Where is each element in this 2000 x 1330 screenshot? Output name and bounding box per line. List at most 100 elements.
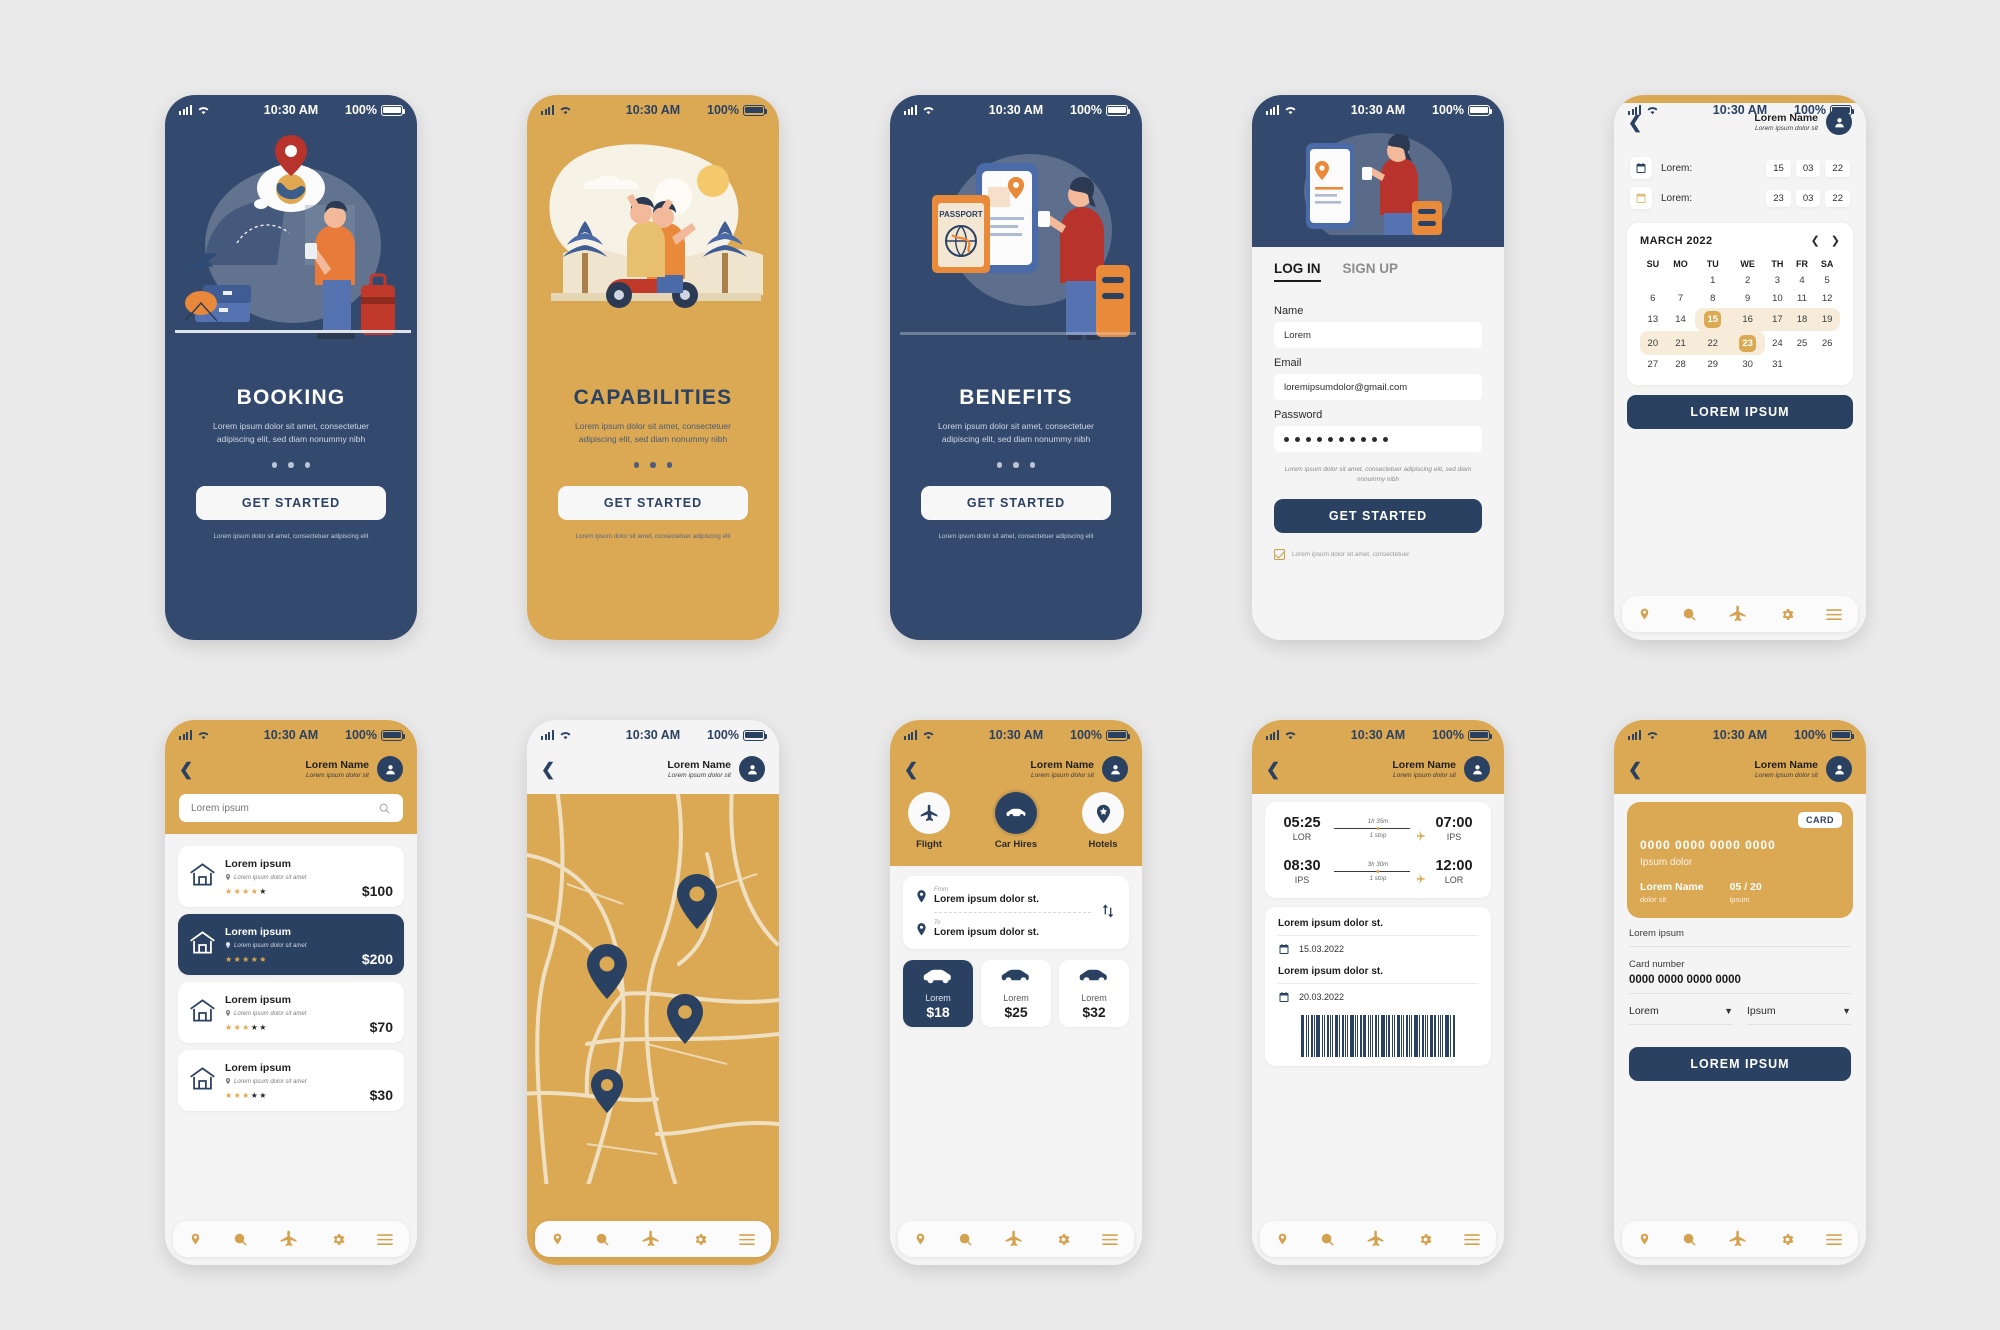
car-option[interactable]: Lorem $25 (981, 960, 1051, 1027)
back-icon[interactable]: ❮ (904, 761, 918, 778)
nav-menu[interactable] (1826, 1233, 1843, 1246)
calendar-grid[interactable]: SU MO TU WE TH FR SA 1 2 3 4 5 6 7 8 9 10 11 12 13 14 15 16 17… (1640, 256, 1840, 373)
name-field[interactable]: Lorem (1274, 322, 1482, 348)
nav-search[interactable] (595, 1232, 610, 1247)
payment-submit-button[interactable]: LOREM IPSUM (1629, 1047, 1851, 1081)
nav-flights[interactable] (1728, 1229, 1748, 1249)
nav-menu[interactable] (1102, 1233, 1119, 1246)
transport-modes[interactable]: Flight Car Hires Hotels (890, 786, 1142, 866)
search-bar[interactable] (179, 794, 403, 822)
nav-settings[interactable] (1780, 1232, 1795, 1247)
credit-card-preview[interactable]: CARD 0000 0000 0000 0000 Ipsum dolor Lor… (1627, 802, 1853, 918)
calendar-day[interactable]: 30 (1730, 355, 1765, 373)
month-value[interactable]: 03 (1795, 189, 1821, 207)
hotel-card[interactable]: Lorem ipsum Lorem ipsum dolor sit amet ★★★… (178, 982, 404, 1043)
consent-checkbox[interactable] (1274, 548, 1285, 560)
calendar-day[interactable]: 18 (1789, 307, 1815, 332)
nav-flights[interactable] (641, 1229, 661, 1249)
day-value[interactable]: 23 (1766, 189, 1791, 207)
calendar-day[interactable]: 19 (1814, 307, 1840, 332)
password-field[interactable] (1274, 426, 1482, 452)
bottom-nav[interactable] (1260, 1221, 1496, 1257)
pagination-dots[interactable] (271, 462, 311, 468)
bottom-nav[interactable] (1622, 596, 1858, 632)
field-holder-name[interactable]: Lorem ipsum (1629, 928, 1851, 947)
calendar-day[interactable]: 8 (1695, 290, 1730, 308)
calendar-day[interactable]: 1 (1695, 272, 1730, 290)
calendar-day[interactable]: 6 (1640, 290, 1666, 308)
calendar-day[interactable]: 29 (1695, 355, 1730, 373)
route-card[interactable]: From Lorem ipsum dolor st. To Lorem ipsu… (903, 876, 1129, 949)
calendar-day[interactable]: 22 (1695, 331, 1731, 356)
avatar[interactable] (1826, 756, 1852, 782)
avatar[interactable] (1464, 756, 1490, 782)
pagination-dots[interactable] (996, 462, 1036, 468)
nav-flights[interactable] (1004, 1229, 1024, 1249)
nav-location[interactable] (1638, 606, 1651, 622)
calendar-day[interactable]: 28 (1666, 355, 1696, 373)
nav-settings[interactable] (1056, 1232, 1071, 1247)
nav-location[interactable] (1276, 1231, 1289, 1247)
field-card-number[interactable]: Card number 0000 0000 0000 0000 (1629, 959, 1851, 994)
calendar-day[interactable]: 7 (1666, 290, 1696, 308)
calendar-day[interactable]: 9 (1730, 290, 1765, 308)
nav-menu[interactable] (1826, 608, 1843, 621)
calendar-day[interactable]: 21 (1665, 331, 1696, 356)
calendar-day-end[interactable]: 23 (1739, 334, 1757, 352)
calendar-day[interactable]: 13 (1640, 308, 1666, 332)
calendar-day[interactable]: 4 (1790, 272, 1815, 290)
nav-search[interactable] (1682, 1232, 1697, 1247)
calendar-day-start[interactable]: 15 (1704, 310, 1722, 328)
month-value[interactable]: 03 (1795, 159, 1821, 177)
calendar-day[interactable]: 27 (1640, 355, 1666, 373)
back-icon[interactable]: ❮ (1266, 761, 1280, 778)
email-field[interactable]: loremipsumdolor@gmail.com (1274, 374, 1482, 400)
nav-menu[interactable] (739, 1233, 756, 1246)
nav-location[interactable] (189, 1231, 202, 1247)
pagination-dots[interactable] (633, 462, 673, 468)
get-started-button[interactable]: GET STARTED (921, 485, 1111, 520)
bottom-nav[interactable] (173, 1221, 409, 1257)
nav-settings[interactable] (1780, 607, 1795, 622)
calendar-day[interactable]: 16 (1730, 307, 1766, 332)
calendar-day[interactable]: 25 (1790, 331, 1815, 355)
calendar-day[interactable]: 17 (1765, 307, 1790, 332)
nav-flights[interactable] (1366, 1229, 1386, 1249)
flight-leg[interactable]: 05:25 LOR 1h 35m 1 stop 07:00 IPS (1276, 815, 1480, 842)
date-row-end[interactable]: Lorem: 23 03 22 (1630, 187, 1850, 209)
nav-location[interactable] (1638, 1231, 1651, 1247)
nav-menu[interactable] (1464, 1233, 1481, 1246)
bottom-nav[interactable] (898, 1221, 1134, 1257)
calendar-day[interactable]: 11 (1790, 290, 1815, 308)
nav-search[interactable] (1320, 1232, 1335, 1247)
hotel-card[interactable]: Lorem ipsum Lorem ipsum dolor sit amet ★★★… (178, 1050, 404, 1111)
route-from[interactable]: From Lorem ipsum dolor st. (916, 887, 1091, 905)
select-left[interactable]: Lorem ▼ (1629, 1005, 1733, 1025)
calendar-day[interactable]: 5 (1814, 272, 1840, 290)
search-input[interactable] (191, 802, 378, 814)
hotel-card[interactable]: Lorem ipsum Lorem ipsum dolor sit amet ★★★… (178, 914, 404, 975)
route-to[interactable]: To Lorem ipsum dolor st. (916, 920, 1091, 938)
bottom-nav[interactable] (1622, 1221, 1858, 1257)
year-value[interactable]: 22 (1825, 189, 1850, 207)
nav-settings[interactable] (331, 1232, 346, 1247)
car-option[interactable]: Lorem $18 (903, 960, 973, 1027)
tab-signup[interactable]: SIGN UP (1343, 261, 1399, 282)
get-started-button[interactable]: GET STARTED (196, 485, 386, 520)
nav-location[interactable] (914, 1231, 927, 1247)
date-row-start[interactable]: Lorem: 15 03 22 (1630, 157, 1850, 179)
calendar-day[interactable]: 2 (1730, 272, 1765, 290)
car-option[interactable]: Lorem $32 (1059, 960, 1129, 1027)
calendar-day[interactable]: 23 (1730, 331, 1766, 356)
nav-search[interactable] (1682, 607, 1697, 622)
consent-row[interactable]: Lorem ipsum dolor sit amet, consectetuer (1274, 548, 1482, 560)
hotel-card[interactable]: Lorem ipsum Lorem ipsum dolor sit amet ★★★… (178, 846, 404, 907)
swap-icon[interactable] (1100, 902, 1116, 923)
tab-login[interactable]: LOG IN (1274, 261, 1321, 282)
calendar-day[interactable]: 24 (1765, 331, 1790, 355)
mode-hotels[interactable]: Hotels (1082, 792, 1124, 850)
back-icon[interactable]: ❮ (179, 761, 193, 778)
map-view[interactable] (527, 794, 779, 1265)
auth-tabs[interactable]: LOG IN SIGN UP (1274, 261, 1482, 282)
nav-search[interactable] (958, 1232, 973, 1247)
